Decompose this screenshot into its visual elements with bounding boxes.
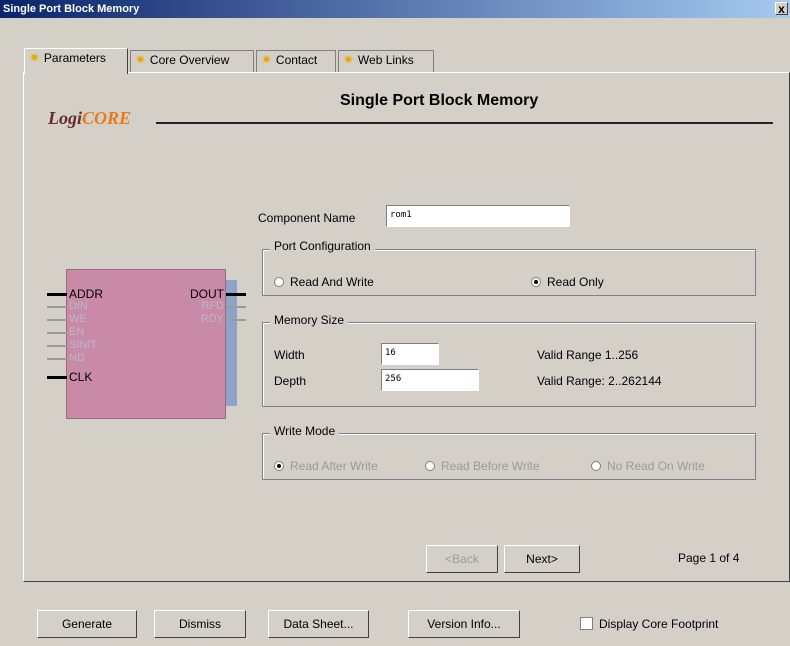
radio-no-read-on-write[interactable]: No Read On Write <box>591 459 705 473</box>
tab-label: Core Overview <box>149 53 230 67</box>
radio-label: Read And Write <box>290 275 374 289</box>
component-name-input[interactable]: rom1 <box>386 205 570 227</box>
pin-wire <box>47 293 67 296</box>
lightbulb-star-icon: ✷ <box>29 50 40 65</box>
page-indicator: Page 1 of 4 <box>678 551 740 565</box>
width-input[interactable]: 16 <box>381 343 439 365</box>
page-title: Single Port Block Memory <box>340 92 539 109</box>
tab-core-overview[interactable]: ✷ Core Overview <box>130 50 254 72</box>
radio-read-only[interactable]: Read Only <box>531 275 604 289</box>
depth-range: Valid Range: 2..262144 <box>537 374 662 388</box>
radio-label: Read Only <box>547 275 604 289</box>
logo-text-a: Logi <box>48 108 82 128</box>
radio-read-and-write[interactable]: Read And Write <box>274 275 374 289</box>
pin-label-we: WE <box>69 313 87 325</box>
tab-label: Parameters <box>43 51 106 65</box>
dismiss-button[interactable]: Dismiss <box>154 610 246 638</box>
radio-dot <box>425 461 435 471</box>
pin-wire <box>226 306 246 308</box>
depth-input[interactable]: 256 <box>381 369 479 391</box>
radio-label: Read After Write <box>290 459 378 473</box>
depth-label: Depth <box>274 374 307 388</box>
tab-parameters[interactable]: ✷ Parameters <box>24 48 128 74</box>
lightbulb-star-icon: ✷ <box>261 52 272 67</box>
close-icon[interactable]: x <box>775 2 788 15</box>
width-range: Valid Range 1..256 <box>537 348 639 362</box>
logo-text-b: CORE <box>82 108 132 128</box>
pin-label-clk: CLK <box>69 370 93 384</box>
lightbulb-star-icon: ✷ <box>135 52 146 67</box>
memory-size-title: Memory Size <box>270 313 349 327</box>
radio-dot <box>591 461 601 471</box>
radio-label: Read Before Write <box>441 459 540 473</box>
pin-wire <box>47 332 67 334</box>
title-bar: Single Port Block Memory x <box>0 0 790 18</box>
lightbulb-star-icon: ✷ <box>343 52 354 67</box>
pin-wire <box>47 358 67 360</box>
window-title: Single Port Block Memory <box>3 3 140 15</box>
pin-wire <box>47 319 67 321</box>
version-info-button[interactable]: Version Info... <box>408 610 520 638</box>
pin-label-rdy: RDY <box>200 313 224 325</box>
radio-dot <box>274 461 284 471</box>
port-configuration-title: Port Configuration <box>270 239 375 253</box>
logicore-logo: LogiCORE <box>48 108 131 129</box>
tab-contact[interactable]: ✷ Contact <box>256 50 336 72</box>
pin-label-nd: ND <box>69 352 85 364</box>
pin-wire <box>47 345 67 347</box>
display-core-footprint-checkbox[interactable]: Display Core Footprint <box>580 617 718 631</box>
memory-size-group <box>262 322 756 407</box>
pin-wire <box>226 293 246 296</box>
pin-wire <box>47 306 67 308</box>
radio-read-before-write[interactable]: Read Before Write <box>425 459 540 473</box>
radio-read-after-write[interactable]: Read After Write <box>274 459 378 473</box>
pin-label-dout: DOUT <box>190 287 224 301</box>
checkbox-label: Display Core Footprint <box>599 617 719 631</box>
radio-label: No Read On Write <box>607 459 705 473</box>
generate-button[interactable]: Generate <box>37 610 137 638</box>
pin-label-sinit: SINIT <box>69 339 98 351</box>
width-label: Width <box>274 348 305 362</box>
checkbox-box <box>580 617 593 630</box>
tab-label: Web Links <box>357 53 414 67</box>
heading-divider <box>156 122 773 124</box>
data-sheet-button[interactable]: Data Sheet... <box>268 610 369 638</box>
pin-wire <box>226 319 246 321</box>
pin-label-addr: ADDR <box>69 287 104 301</box>
component-name-label: Component Name <box>258 211 356 225</box>
pin-wire <box>47 376 67 379</box>
back-button[interactable]: <Back <box>426 545 498 573</box>
radio-dot <box>274 277 284 287</box>
next-button[interactable]: Next> <box>504 545 580 573</box>
radio-dot <box>531 277 541 287</box>
tab-label: Contact <box>275 53 318 67</box>
pin-label-en: EN <box>69 326 85 338</box>
tab-web-links[interactable]: ✷ Web Links <box>338 50 434 72</box>
pin-label-rfd: RFD <box>201 300 224 312</box>
pin-label-din: DIN <box>69 300 88 312</box>
write-mode-title: Write Mode <box>270 424 340 438</box>
